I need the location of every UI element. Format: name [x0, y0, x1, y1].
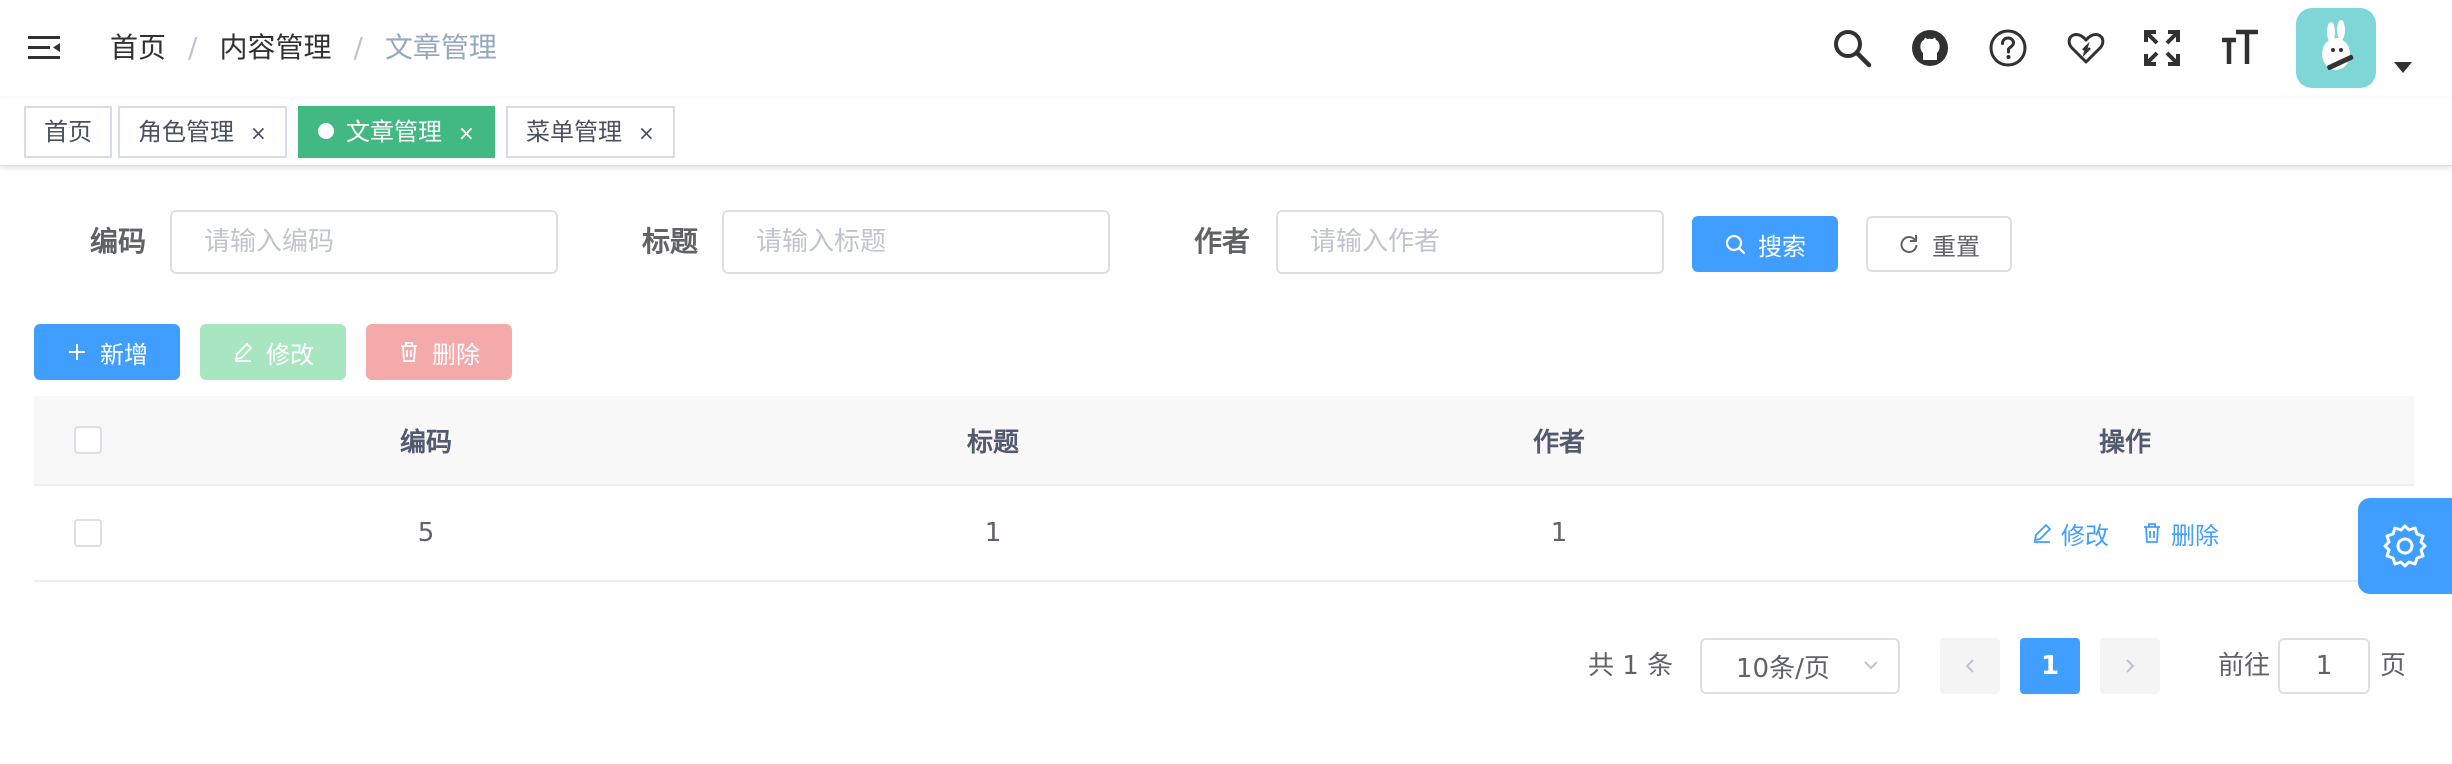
search-icon — [1725, 234, 1746, 255]
tags-view: 首页 角色管理 × 文章管理 × 菜单管理 × — [0, 98, 2452, 166]
trash-icon — [2144, 523, 2160, 543]
breadcrumb-item-content[interactable]: 内容管理 — [219, 28, 331, 68]
page-number-current[interactable]: 1 — [2020, 638, 2080, 694]
github-icon[interactable] — [1908, 26, 1952, 70]
close-icon[interactable]: × — [250, 121, 267, 145]
goto-prefix: 前往 — [2218, 651, 2271, 681]
trash-icon — [401, 342, 417, 362]
pagination-total: 共 1 条 — [1588, 651, 1674, 681]
column-header-actions: 操作 — [2098, 427, 2151, 458]
chevron-down-icon — [1864, 661, 1878, 670]
page-size-select[interactable]: 10条/页 — [1700, 638, 1900, 694]
settings-button[interactable] — [2358, 498, 2452, 594]
search-icon[interactable] — [1830, 26, 1874, 70]
tag-role-management[interactable]: 角色管理 × — [118, 106, 287, 158]
search-button[interactable]: 搜索 — [1692, 216, 1838, 272]
title-label: 标题 — [642, 225, 699, 258]
column-header-code: 编码 — [399, 427, 452, 458]
breadcrumb-item-current: 文章管理 — [384, 31, 497, 64]
row-select-cell — [34, 486, 142, 580]
tag-home[interactable]: 首页 — [24, 106, 112, 158]
edit-icon — [2033, 523, 2052, 543]
author-input[interactable] — [1276, 210, 1664, 274]
breadcrumb-separator: / — [353, 31, 363, 64]
tag-label: 菜单管理 — [526, 118, 622, 146]
reset-button[interactable]: 重置 — [1866, 216, 2012, 272]
tag-label: 文章管理 — [346, 118, 442, 146]
row-checkbox[interactable] — [74, 519, 102, 547]
tag-label: 角色管理 — [138, 118, 234, 146]
cell-title: 1 — [984, 518, 1002, 548]
cell-code: 5 — [417, 518, 435, 548]
refresh-icon — [1900, 235, 1918, 254]
plus-icon — [69, 344, 85, 360]
code-label: 编码 — [90, 225, 147, 258]
add-button[interactable]: 新增 — [34, 324, 180, 380]
heart-icon[interactable] — [2064, 26, 2108, 70]
breadcrumb: 首页 / 内容管理 / 文章管理 — [110, 28, 497, 68]
code-input[interactable] — [170, 210, 558, 274]
prev-page-button[interactable] — [1940, 638, 2000, 694]
author-label: 作者 — [1194, 225, 1251, 258]
title-input[interactable] — [722, 210, 1110, 274]
breadcrumb-separator: / — [188, 31, 198, 64]
edit-button-label: 修改 — [266, 340, 314, 369]
delete-button-label: 删除 — [432, 340, 480, 369]
search-button-label: 搜索 — [1758, 232, 1806, 261]
reset-button-label: 重置 — [1932, 232, 1980, 261]
goto-page-input[interactable] — [2278, 638, 2370, 694]
table-row: 5 1 1 修改 删除 — [34, 486, 2414, 582]
cell-author: 1 — [1550, 518, 1568, 548]
breadcrumb-item-home[interactable]: 首页 — [110, 28, 166, 68]
next-page-button[interactable] — [2100, 638, 2160, 694]
add-button-label: 新增 — [100, 340, 148, 369]
gear-icon — [2383, 524, 2427, 568]
caret-down-icon[interactable] — [2394, 62, 2412, 73]
tag-label: 首页 — [44, 118, 92, 146]
question-icon[interactable] — [1986, 26, 2030, 70]
avatar-image — [2322, 20, 2354, 70]
navbar: 首页 / 内容管理 / 文章管理 — [0, 0, 2452, 98]
chevron-right-icon — [2126, 659, 2135, 673]
active-dot-icon — [318, 123, 334, 139]
row-delete-button[interactable]: 删除 — [2141, 516, 2219, 551]
close-icon[interactable]: × — [638, 121, 655, 145]
font-size-icon[interactable] — [2218, 26, 2262, 70]
goto-suffix: 页 — [2380, 651, 2407, 681]
select-all-checkbox[interactable] — [74, 426, 102, 454]
chevron-left-icon — [1965, 659, 1974, 673]
close-icon[interactable]: × — [458, 121, 475, 145]
select-all-cell — [34, 396, 142, 484]
hamburger-icon[interactable] — [24, 30, 64, 66]
fullscreen-icon[interactable] — [2140, 26, 2184, 70]
edit-button[interactable]: 修改 — [200, 324, 346, 380]
page-size-value: 10条/页 — [1736, 653, 1830, 684]
avatar[interactable] — [2296, 8, 2376, 88]
row-edit-button[interactable]: 修改 — [2031, 516, 2109, 551]
tag-menu-management[interactable]: 菜单管理 × — [506, 106, 675, 158]
column-header-title: 标题 — [966, 427, 1019, 458]
column-header-author: 作者 — [1532, 427, 1585, 458]
cell-actions: 修改 删除 — [1842, 486, 2408, 580]
edit-icon — [234, 342, 253, 362]
tag-article-management[interactable]: 文章管理 × — [298, 106, 495, 158]
delete-button[interactable]: 删除 — [366, 324, 512, 380]
row-delete-label: 删除 — [2171, 521, 2219, 550]
table-header: 编码 标题 作者 操作 — [34, 396, 2414, 486]
row-edit-label: 修改 — [2061, 521, 2109, 550]
